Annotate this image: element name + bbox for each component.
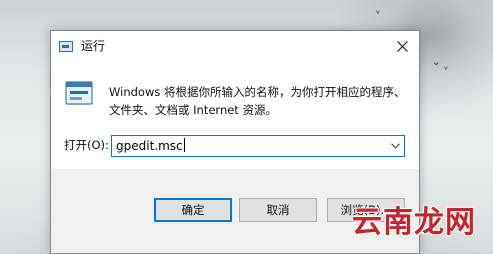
site-watermark: 云南龙网 xyxy=(352,205,476,240)
bird-icon: ⌄ xyxy=(432,57,441,68)
description-line: Windows 将根据你所输入的名称，为你打开相应的程序、 xyxy=(109,85,406,99)
open-input-value: gpedit.msc xyxy=(116,139,183,153)
run-title-icon xyxy=(59,41,73,52)
open-combobox[interactable]: gpedit.msc xyxy=(111,135,405,157)
open-label: 打开(O): xyxy=(64,138,109,152)
text-caret xyxy=(183,138,185,152)
close-icon xyxy=(396,40,408,52)
open-input[interactable]: gpedit.msc xyxy=(116,138,185,154)
combobox-dropdown-button[interactable] xyxy=(386,136,404,156)
bird-icon: ᵛ xyxy=(444,65,449,76)
dialog-title: 运行 xyxy=(81,39,106,53)
description-line: 文件夹、文档或 Internet 资源。 xyxy=(109,103,277,117)
dialog-description: Windows 将根据你所输入的名称，为你打开相应的程序、 文件夹、文档或 In… xyxy=(109,83,409,119)
cancel-button[interactable]: 取消 xyxy=(239,198,317,222)
bird-icon: ᵛ xyxy=(376,9,381,20)
title-bar: 运行 xyxy=(51,31,419,63)
chevron-down-icon xyxy=(390,143,400,149)
close-button[interactable] xyxy=(385,31,419,61)
ok-button[interactable]: 确定 xyxy=(154,198,232,222)
run-program-icon xyxy=(65,81,93,105)
